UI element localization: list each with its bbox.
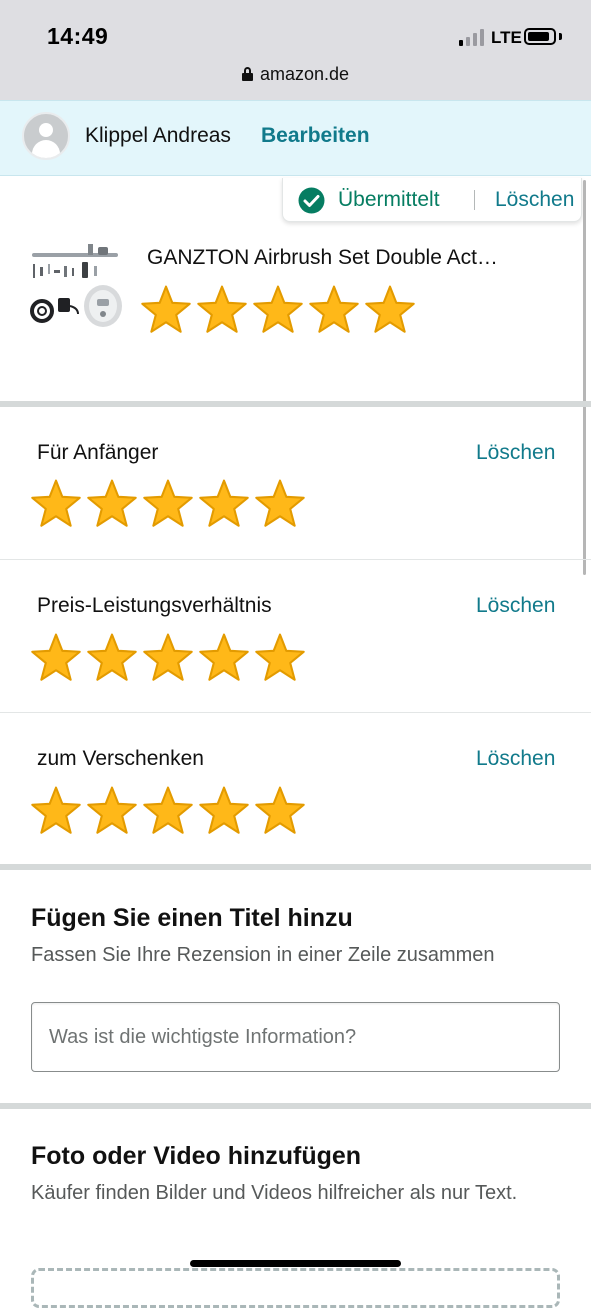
submission-status-pill: Übermittelt Löschen	[282, 178, 582, 222]
aspect-stars-value[interactable]	[30, 632, 310, 684]
title-section-hint: Fassen Sie Ihre Rezension in einer Zeile…	[31, 944, 495, 966]
profile-name: Klippel Andreas	[85, 124, 231, 147]
section-divider	[0, 864, 591, 870]
star-icon[interactable]	[308, 284, 360, 336]
media-section-hint: Käufer finden Bilder und Videos hilfreic…	[31, 1182, 518, 1204]
star-icon[interactable]	[254, 632, 306, 684]
star-icon[interactable]	[198, 632, 250, 684]
section-divider	[0, 401, 591, 407]
aspect-stars-gift[interactable]	[30, 785, 310, 837]
avatar-icon	[22, 112, 70, 160]
star-icon[interactable]	[198, 785, 250, 837]
star-icon[interactable]	[30, 632, 82, 684]
aspect-delete-value[interactable]: Löschen	[476, 594, 555, 618]
media-section-heading: Foto oder Video hinzufügen	[31, 1142, 362, 1170]
profile-bar: Klippel Andreas Bearbeiten	[0, 100, 591, 176]
scrollbar[interactable]	[583, 180, 586, 575]
check-circle-icon	[298, 187, 325, 214]
star-icon[interactable]	[142, 632, 194, 684]
star-icon[interactable]	[198, 478, 250, 530]
url-text: amazon.de	[259, 64, 350, 84]
aspect-delete-beginners[interactable]: Löschen	[476, 441, 555, 465]
aspect-delete-gift[interactable]: Löschen	[476, 747, 555, 771]
submitted-status: Übermittelt	[338, 188, 440, 211]
status-time: 14:49	[47, 23, 109, 49]
star-icon[interactable]	[30, 785, 82, 837]
star-icon[interactable]	[142, 478, 194, 530]
edit-profile-link[interactable]: Bearbeiten	[261, 124, 370, 148]
row-divider	[0, 712, 591, 713]
lock-icon	[241, 67, 253, 81]
review-title-input[interactable]	[31, 1002, 560, 1072]
pill-divider	[474, 190, 475, 210]
star-icon[interactable]	[252, 284, 304, 336]
delete-review-link[interactable]: Löschen	[495, 188, 574, 212]
star-icon[interactable]	[140, 284, 192, 336]
star-icon[interactable]	[364, 284, 416, 336]
star-icon[interactable]	[254, 478, 306, 530]
title-section-heading: Fügen Sie einen Titel hinzu	[31, 904, 353, 932]
aspect-label-beginners: Für Anfänger	[37, 441, 159, 464]
star-icon[interactable]	[30, 478, 82, 530]
star-icon[interactable]	[86, 785, 138, 837]
status-bar: 14:49 LTE amazon.de	[0, 0, 591, 100]
aspect-stars-beginners[interactable]	[30, 478, 310, 530]
star-icon[interactable]	[254, 785, 306, 837]
section-divider	[0, 1103, 591, 1109]
product-star-rating[interactable]	[140, 284, 420, 336]
media-upload-box[interactable]	[31, 1268, 560, 1308]
product-title[interactable]: GANZTON Airbrush Set Double Act…	[147, 246, 498, 270]
battery-tip	[559, 33, 562, 40]
star-icon[interactable]	[86, 632, 138, 684]
aspect-label-gift: zum Verschenken	[37, 747, 204, 770]
star-icon[interactable]	[86, 478, 138, 530]
address-bar[interactable]: amazon.de	[0, 64, 591, 85]
star-icon[interactable]	[142, 785, 194, 837]
row-divider	[0, 559, 591, 560]
network-type: LTE	[491, 28, 522, 47]
signal-icon	[459, 29, 485, 46]
home-indicator	[190, 1260, 401, 1267]
star-icon[interactable]	[196, 284, 248, 336]
battery-icon	[524, 28, 556, 45]
aspect-label-value: Preis-Leistungsverhältnis	[37, 594, 272, 617]
product-image[interactable]	[28, 236, 124, 332]
